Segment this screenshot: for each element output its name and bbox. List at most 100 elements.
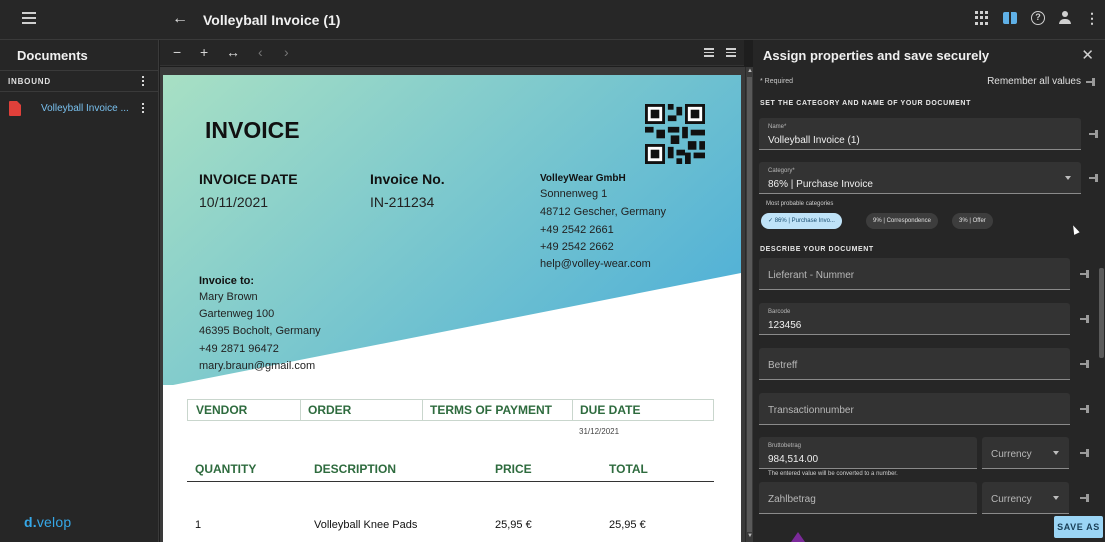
transactionnumber-placeholder: Transactionnumber <box>768 405 854 416</box>
category-chip-purchase-invoice[interactable]: ✓ 86% | Purchase Invo... <box>761 213 842 229</box>
category-chip-correspondence[interactable]: 9% | Correspondence <box>866 213 938 229</box>
back-arrow-icon[interactable]: ← <box>172 10 188 28</box>
zoom-out-button[interactable]: − <box>173 44 181 60</box>
lieferant-nummer-placeholder: Lieferant - Nummer <box>768 270 855 281</box>
pin-icon[interactable] <box>1080 315 1090 323</box>
fit-width-button[interactable]: ↔ <box>226 44 240 60</box>
document-viewer[interactable]: INVOICE INVOICE DATE 10/11/2021 Invoice … <box>160 67 745 542</box>
user-icon[interactable] <box>1059 11 1071 25</box>
vendor-email: help@volley-wear.com <box>540 258 651 270</box>
app-window: ← Volleyball Invoice (1) ? ⋮ Documents I… <box>0 0 1105 542</box>
name-field[interactable]: Name* Volleyball Invoice (1) <box>759 118 1081 150</box>
pin-icon[interactable] <box>1080 270 1090 278</box>
sidebar-item-volleyball-invoice[interactable]: Volleyball Invoice ... <box>0 98 158 120</box>
previous-page-button[interactable]: ‹ <box>258 44 263 60</box>
qr-code-icon <box>645 104 705 164</box>
order-info-table-header: VENDOR ORDER TERMS OF PAYMENT DUE DATE <box>187 399 714 421</box>
invoice-number-label: Invoice No. <box>370 171 445 187</box>
brand-logo: d.velop <box>24 514 71 530</box>
sidebar-title: Documents <box>17 48 88 63</box>
properties-panel: Assign properties and save securely ✕ * … <box>753 40 1105 542</box>
zoom-in-button[interactable]: + <box>200 44 208 60</box>
chevron-down-icon[interactable] <box>1065 176 1071 180</box>
top-bar: ← Volleyball Invoice (1) ? ⋮ <box>0 0 1105 40</box>
panel-scrollbar[interactable] <box>1099 98 1104 510</box>
invoice-page: INVOICE INVOICE DATE 10/11/2021 Invoice … <box>163 75 741 542</box>
bruttobetrag-value[interactable]: 984,514.00 <box>768 454 818 465</box>
panel-title: Assign properties and save securely <box>763 48 990 63</box>
recipient-line: 46395 Bocholt, Germany <box>199 325 321 337</box>
scrollbar-thumb[interactable] <box>1099 268 1104 358</box>
item-menu-icon[interactable] <box>142 103 146 115</box>
document-toolbar: − + ↔ ‹ › <box>160 40 744 66</box>
table-header-total: TOTAL <box>609 462 648 476</box>
lieferant-nummer-field[interactable]: Lieferant - Nummer <box>759 258 1070 290</box>
close-icon[interactable]: ✕ <box>1081 46 1094 64</box>
recipient-line: Gartenweg 100 <box>199 308 275 320</box>
panel-toggle-icon[interactable] <box>726 48 736 57</box>
vendor-phone: +49 2542 2661 <box>540 224 614 236</box>
pin-icon[interactable] <box>1080 494 1090 502</box>
row-quantity: 1 <box>195 519 202 531</box>
remember-all-values-link[interactable]: Remember all values <box>987 76 1081 87</box>
pin-icon[interactable] <box>1080 449 1090 457</box>
bruttobetrag-field[interactable]: Bruttobetrag 984,514.00 <box>759 437 977 469</box>
barcode-label: Barcode <box>768 309 791 315</box>
scrollbar-thumb[interactable] <box>747 77 752 532</box>
vendor-name: VolleyWear GmbH <box>540 173 626 184</box>
zahlbetrag-field[interactable]: Zahlbetrag <box>759 482 977 514</box>
table-divider <box>187 481 714 482</box>
document-title: Volleyball Invoice (1) <box>203 12 341 28</box>
barcode-field[interactable]: Barcode 123456 <box>759 303 1070 335</box>
table-header-price: PRICE <box>495 462 532 476</box>
hamburger-menu-icon[interactable] <box>22 12 36 26</box>
section-category-heading: SET THE CATEGORY AND NAME OF YOUR DOCUME… <box>760 100 971 107</box>
pin-icon[interactable] <box>1080 360 1090 368</box>
check-icon: ✓ <box>768 218 775 224</box>
inbound-menu-icon[interactable] <box>142 76 146 88</box>
invoice-to-label: Invoice to: <box>199 275 255 287</box>
name-field-value[interactable]: Volleyball Invoice (1) <box>768 135 860 146</box>
viewer-scrollbar[interactable]: ▲ ▼ <box>745 67 753 542</box>
pin-icon[interactable] <box>1080 405 1090 413</box>
more-vert-icon[interactable]: ⋮ <box>1085 11 1099 25</box>
transactionnumber-field[interactable]: Transactionnumber <box>759 393 1070 425</box>
sidebar: Documents INBOUND Volleyball Invoice ...… <box>0 40 159 542</box>
brand-logo-part1: d. <box>24 514 37 530</box>
most-probable-label: Most probable categories <box>766 201 834 207</box>
pin-icon[interactable] <box>1089 130 1099 138</box>
chevron-down-icon[interactable] <box>1053 451 1059 455</box>
category-chip-offer[interactable]: 3% | Offer <box>952 213 993 229</box>
table-header-description: DESCRIPTION <box>314 462 397 476</box>
required-note: * Required <box>760 78 794 85</box>
vendor-phone: +49 2542 2662 <box>540 241 614 253</box>
invoice-date-value: 10/11/2021 <box>199 194 269 210</box>
invoice-title: INVOICE <box>205 117 300 143</box>
zahlbetrag-currency-select[interactable]: Currency <box>982 482 1069 514</box>
top-icons: ? ⋮ <box>975 11 1099 25</box>
help-icon[interactable]: ? <box>1031 11 1045 25</box>
category-field-value[interactable]: 86% | Purchase Invoice <box>768 179 873 190</box>
brand-logo-part2: velop <box>36 514 72 530</box>
barcode-value[interactable]: 123456 <box>768 320 801 331</box>
table-header-due-date: DUE DATE <box>580 403 641 417</box>
category-select[interactable]: Category* 86% | Purchase Invoice <box>759 162 1081 194</box>
gift-icon[interactable] <box>1003 12 1017 24</box>
checklist-icon[interactable] <box>704 48 714 57</box>
recipient-line: Mary Brown <box>199 291 258 303</box>
chevron-down-icon[interactable] <box>1053 496 1059 500</box>
recipient-line: mary.braun@gmail.com <box>199 360 316 372</box>
next-page-button[interactable]: › <box>284 44 289 60</box>
pin-icon[interactable] <box>1086 78 1096 86</box>
pin-icon[interactable] <box>1089 174 1099 182</box>
column-divider <box>300 400 301 420</box>
betreff-field[interactable]: Betreff <box>759 348 1070 380</box>
save-as-button[interactable]: SAVE AS <box>1054 516 1103 538</box>
bruttobetrag-currency-select[interactable]: Currency <box>982 437 1069 469</box>
table-header-terms: TERMS OF PAYMENT <box>430 403 553 417</box>
table-header-order: ORDER <box>308 403 352 417</box>
invoice-date-label: INVOICE DATE <box>199 171 298 187</box>
zahlbetrag-placeholder: Zahlbetrag <box>768 494 816 505</box>
apps-grid-icon[interactable] <box>975 11 989 25</box>
vendor-address-line: 48712 Gescher, Germany <box>540 206 666 218</box>
